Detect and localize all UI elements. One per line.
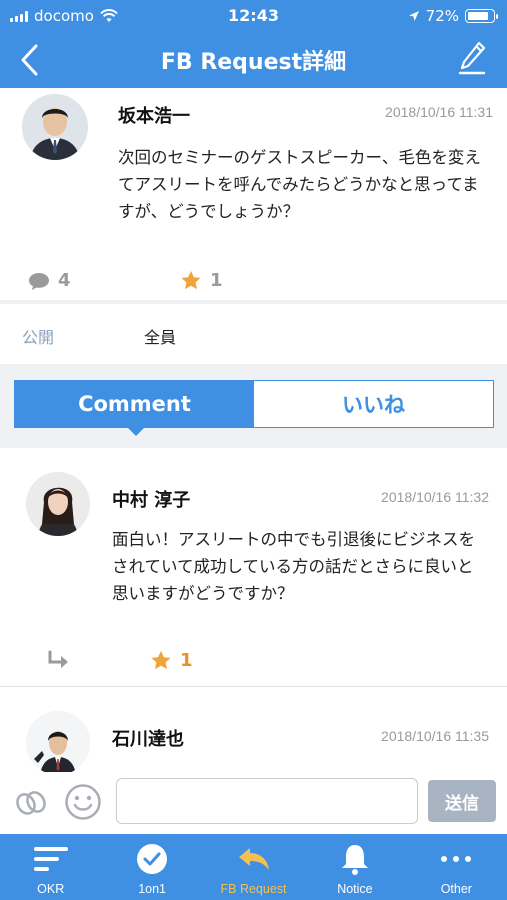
star-button[interactable]: 1	[180, 270, 223, 291]
avatar[interactable]	[26, 472, 90, 536]
okr-lines-icon	[33, 847, 68, 871]
star-icon	[181, 271, 201, 290]
bottom-tab-bar: OKR 1on1 FB Request Notice Other	[0, 834, 507, 900]
tab-likes[interactable]: いいね	[254, 381, 493, 427]
tab-okr[interactable]: OKR	[0, 834, 101, 900]
comment-body: 面白い！アスリートの中でも引退後にビジネスをされていて成功している方の話だとさら…	[112, 530, 475, 603]
tab-label: FB Request	[220, 882, 287, 896]
visibility-row: 公開 全員	[0, 304, 507, 364]
comment-date: 2018/10/16 11:35	[381, 728, 489, 744]
post-body: 次回のセミナーのゲストスピーカー、毛色を変えてアスリートを呼んでみたらどうかなと…	[118, 148, 481, 221]
tab-label: Notice	[337, 882, 373, 896]
segmented-tabs: Comment いいね	[14, 380, 494, 436]
page-title: FB Request詳細	[160, 50, 347, 75]
tab-other[interactable]: Other	[406, 834, 507, 900]
tab-fb-request[interactable]: FB Request	[203, 834, 304, 900]
comment-author[interactable]: 石川達也	[112, 725, 184, 751]
status-bar: docomo 12:43 72%	[0, 0, 507, 32]
person-avatar-icon	[26, 711, 90, 775]
star-count: 1	[180, 650, 193, 671]
tab-notice[interactable]: Notice	[304, 834, 405, 900]
tab-label: OKR	[37, 882, 65, 896]
avatar[interactable]	[26, 711, 90, 775]
bell-icon	[341, 845, 368, 875]
tab-label: 1on1	[138, 882, 167, 896]
more-dots-icon	[441, 856, 472, 862]
comment-author[interactable]: 中村 淳子	[112, 486, 190, 512]
comment-item: 石川達也 2018/10/16 11:35	[0, 687, 507, 777]
tab-label: Other	[440, 882, 472, 896]
send-button[interactable]: 送信	[428, 780, 496, 822]
check-circle-icon	[137, 844, 168, 874]
comment-input[interactable]	[116, 778, 418, 824]
link-icon[interactable]	[14, 788, 48, 818]
battery-icon	[465, 9, 498, 23]
battery-percent: 72%	[425, 7, 459, 25]
comment-date: 2018/10/16 11:32	[381, 489, 489, 505]
post-card: 坂本浩一 2018/10/16 11:31 次回のセミナーのゲストスピーカー、毛…	[0, 88, 507, 300]
comment-count-button[interactable]: 4	[28, 270, 71, 291]
comment-count: 4	[58, 270, 71, 291]
avatar[interactable]	[22, 94, 88, 160]
top-bar: docomo 12:43 72% FB Request詳細	[0, 0, 507, 88]
person-avatar-icon	[26, 472, 90, 536]
visibility-label: 公開	[22, 328, 55, 347]
visibility-value: 全員	[144, 328, 177, 347]
tab-comment[interactable]: Comment	[15, 381, 254, 436]
star-count: 1	[210, 270, 223, 291]
comment-item: 中村 淳子 2018/10/16 11:32 面白い！アスリートの中でも引退後に…	[0, 448, 507, 686]
reply-arrow-icon	[238, 848, 269, 870]
speech-bubble-icon	[29, 272, 49, 290]
smiley-icon[interactable]	[64, 783, 102, 821]
comment-input-bar: 送信	[0, 772, 507, 834]
star-icon	[151, 651, 171, 670]
pencil-icon[interactable]	[457, 40, 487, 76]
tab-1on1[interactable]: 1on1	[101, 834, 202, 900]
post-date: 2018/10/16 11:31	[385, 104, 493, 120]
location-arrow-icon	[408, 11, 419, 21]
star-button[interactable]: 1	[150, 650, 193, 671]
person-avatar-icon	[22, 94, 88, 160]
nav-bar: FB Request詳細	[0, 32, 507, 88]
tab-section: Comment いいね	[0, 364, 507, 448]
post-author[interactable]: 坂本浩一	[118, 102, 190, 128]
reply-icon[interactable]	[46, 650, 74, 672]
